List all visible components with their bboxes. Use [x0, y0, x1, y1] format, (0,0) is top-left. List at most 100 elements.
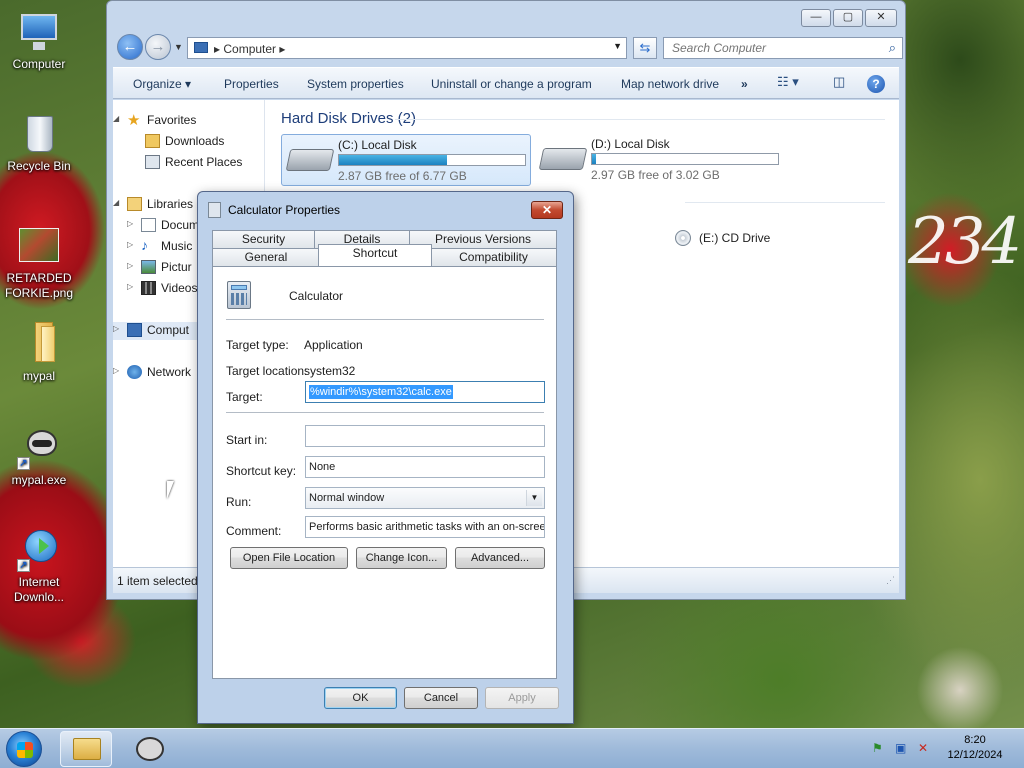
properties-button[interactable]: Properties	[224, 77, 279, 91]
volume-muted-icon[interactable]: ✕	[918, 741, 932, 755]
address-bar[interactable]: ▸ Computer ▸ ▼	[187, 37, 627, 59]
target-field[interactable]: %windir%\system32\calc.exe	[305, 381, 545, 403]
back-button[interactable]: ←	[117, 34, 143, 60]
preview-pane-icon[interactable]: ◫	[833, 74, 845, 94]
tab-security[interactable]: Security	[212, 230, 315, 248]
collapse-arrow-icon[interactable]: ▷	[127, 219, 133, 228]
wallpaper-scribble-text: 234	[908, 205, 1022, 279]
properties-dialog: Calculator Properties ✕ Security Details…	[197, 191, 574, 724]
target-type-label: Target type:	[226, 338, 289, 352]
image-thumbnail-icon	[17, 224, 61, 268]
drive-usage-bar	[591, 153, 779, 165]
tab-general[interactable]: General	[212, 248, 320, 266]
taskbar: ⚑ ▣ ✕ 8:20 12/12/2024	[0, 728, 1024, 768]
desktop-icon-label: mypal.exe	[11, 473, 67, 487]
calculator-icon	[227, 281, 251, 309]
search-icon[interactable]: ⌕	[889, 40, 896, 56]
address-dropdown-icon[interactable]: ▼	[613, 41, 622, 51]
desktop-icon-internet-download[interactable]: ↗ Internet Downlo...	[1, 528, 77, 605]
run-select-value: Normal window	[309, 492, 385, 504]
hard-disk-icon	[538, 148, 588, 170]
collapse-arrow-icon[interactable]: ▷	[127, 261, 133, 270]
taskbar-mypal[interactable]	[124, 731, 176, 767]
cd-drive-icon	[675, 230, 691, 246]
desktop-icon-image-file[interactable]: RETARDED FORKIE.png	[1, 224, 77, 301]
tab-compatibility[interactable]: Compatibility	[430, 248, 557, 266]
chevron-down-icon[interactable]: ▼	[526, 490, 542, 506]
desktop-icon-label: RETARDED FORKIE.png	[4, 271, 74, 300]
refresh-button[interactable]: ⇆	[633, 37, 657, 59]
desktop-icon-label: mypal	[22, 369, 55, 383]
collapse-arrow-icon[interactable]: ▷	[127, 240, 133, 249]
raccoon-icon: ↗	[17, 426, 61, 470]
navigation-bar: ← → ▼ ▸ Computer ▸ ▼ ⇆ ⌕	[115, 33, 903, 61]
globe-download-icon: ↗	[17, 528, 61, 572]
minimize-button[interactable]: —	[801, 9, 831, 27]
search-input[interactable]	[670, 39, 870, 57]
expand-arrow-icon[interactable]: ◢	[113, 114, 119, 123]
change-icon-button[interactable]: Change Icon...	[356, 547, 447, 569]
drive-d[interactable]: (D:) Local Disk 2.97 GB free of 3.02 GB	[535, 134, 785, 186]
desktop-icon-recycle-bin[interactable]: Recycle Bin	[1, 112, 77, 174]
collapse-arrow-icon[interactable]: ▷	[113, 324, 119, 333]
search-box[interactable]: ⌕	[663, 37, 903, 59]
shortcut-properties-icon	[208, 202, 221, 218]
start-button[interactable]	[6, 731, 42, 767]
group-divider	[395, 119, 885, 120]
system-properties-button[interactable]: System properties	[307, 77, 404, 91]
change-view-icon[interactable]: ☷ ▾	[777, 74, 799, 94]
shortcut-key-field[interactable]: None	[305, 456, 545, 478]
windows-logo-icon	[17, 742, 33, 758]
close-button[interactable]: ✕	[865, 9, 897, 27]
nav-favorites[interactable]: ◢ ★ Favorites	[113, 112, 263, 130]
desktop-icon-mypal-exe[interactable]: ↗ mypal.exe	[1, 426, 77, 488]
comment-field[interactable]: Performs basic arithmetic tasks with an …	[305, 516, 545, 538]
open-file-location-button[interactable]: Open File Location	[230, 547, 348, 569]
nav-recent-places[interactable]: Recent Places	[131, 154, 261, 172]
organize-menu[interactable]: Organize ▾	[133, 77, 191, 91]
collapse-arrow-icon[interactable]: ▷	[113, 366, 119, 375]
computer-small-icon	[127, 323, 142, 337]
target-location-label: Target location:	[226, 364, 308, 378]
start-in-field[interactable]	[305, 425, 545, 447]
libraries-icon	[127, 197, 142, 211]
shortcut-arrow-icon: ↗	[17, 559, 30, 572]
folder-icon	[17, 322, 61, 366]
uninstall-program-button[interactable]: Uninstall or change a program	[431, 77, 592, 91]
separator	[226, 319, 544, 320]
desktop-icon-mypal-folder[interactable]: mypal	[1, 322, 77, 384]
dialog-close-button[interactable]: ✕	[531, 201, 563, 219]
nav-downloads[interactable]: Downloads	[131, 133, 261, 151]
maximize-button[interactable]: ▢	[833, 9, 863, 27]
resize-grip-icon[interactable]: ⋰	[886, 575, 895, 586]
desktop-icon-computer[interactable]: Computer	[1, 10, 77, 72]
desktop-icon-label: Recycle Bin	[7, 159, 71, 173]
recycle-bin-icon	[17, 112, 61, 156]
clock-time: 8:20	[964, 734, 986, 746]
shortcut-tab-panel: Calculator Target type: Application Targ…	[212, 266, 557, 679]
drive-e[interactable]: (E:) CD Drive	[675, 226, 815, 256]
collapse-arrow-icon[interactable]: ▷	[127, 282, 133, 291]
run-select[interactable]: Normal window ▼	[305, 487, 545, 509]
network-tray-icon[interactable]: ▣	[895, 741, 909, 755]
command-bar: Organize ▾ Properties System properties …	[113, 67, 899, 99]
run-label: Run:	[226, 495, 252, 509]
forward-button[interactable]: →	[145, 34, 171, 60]
breadcrumb-computer[interactable]: ▸ Computer ▸	[214, 42, 285, 56]
clock[interactable]: 8:20 12/12/2024	[940, 733, 1010, 763]
tab-shortcut[interactable]: Shortcut	[318, 244, 432, 266]
map-network-drive-button[interactable]: Map network drive	[621, 77, 719, 91]
recent-pages-dropdown[interactable]: ▼	[174, 42, 183, 52]
action-center-icon[interactable]: ⚑	[872, 741, 886, 755]
help-icon[interactable]: ?	[867, 75, 885, 93]
taskbar-explorer[interactable]	[60, 731, 112, 767]
start-in-label: Start in:	[226, 433, 268, 447]
expand-arrow-icon[interactable]: ◢	[113, 198, 119, 207]
advanced-button[interactable]: Advanced...	[455, 547, 545, 569]
drive-c[interactable]: (C:) Local Disk 2.87 GB free of 6.77 GB	[281, 134, 531, 186]
cancel-button[interactable]: Cancel	[404, 687, 478, 709]
apply-button[interactable]: Apply	[485, 687, 559, 709]
ok-button[interactable]: OK	[324, 687, 397, 709]
more-commands-button[interactable]: »	[741, 77, 748, 91]
dialog-title: Calculator Properties	[228, 203, 341, 217]
